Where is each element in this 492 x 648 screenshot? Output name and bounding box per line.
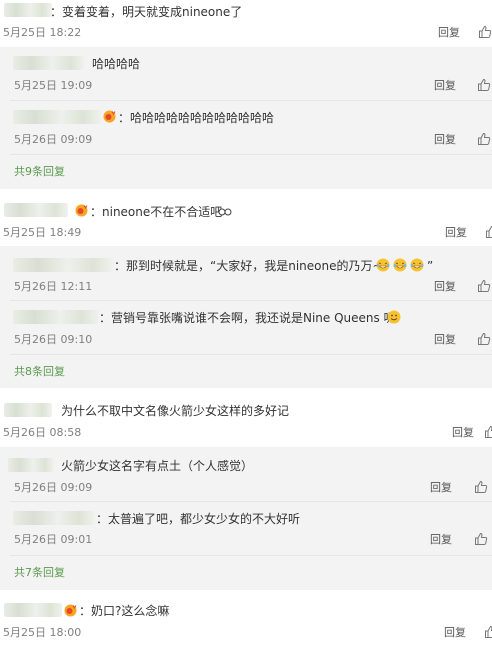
username-blurred[interactable]: [13, 511, 95, 525]
reply-text-suffix: ”: [427, 259, 434, 273]
thumbs-up-icon[interactable]: [478, 25, 492, 39]
reply-text: ：太普遍了吧，都少女少女的不大好听: [96, 512, 301, 526]
thumbs-up-icon[interactable]: [477, 132, 491, 146]
thumbs-up-icon[interactable]: [477, 279, 491, 293]
reply-text: 哈哈哈哈: [92, 57, 141, 71]
thumbs-up-icon[interactable]: [477, 332, 491, 346]
username-blurred[interactable]: [8, 458, 54, 472]
divider: [10, 555, 492, 556]
comment-text: ：变着变着，明天就变成nineone了: [50, 5, 243, 19]
username-blurred[interactable]: [4, 403, 52, 417]
reply-button[interactable]: 回复: [444, 626, 466, 640]
reply-text: 火箭少女这名字有点土（个人感觉）: [61, 459, 254, 473]
reply-button[interactable]: 回复: [434, 280, 456, 294]
reply-button[interactable]: 回复: [452, 426, 474, 440]
username-blurred[interactable]: [4, 203, 68, 217]
reply-text: ：那到时候就是，“大家好，我是nineone的乃万~: [114, 259, 383, 273]
comment-time: 5月25日 18:22: [3, 26, 82, 39]
reply-button[interactable]: 回复: [434, 133, 456, 147]
reply-button[interactable]: 回复: [445, 226, 467, 240]
username-blurred[interactable]: [13, 258, 113, 272]
verified-badge-icon: [75, 204, 88, 217]
thumbs-up-icon[interactable]: [474, 480, 488, 494]
reply-time: 5月26日 09:10: [14, 333, 93, 346]
divider: [10, 501, 492, 502]
thumbs-up-icon[interactable]: [484, 425, 492, 439]
thumbs-up-icon[interactable]: [485, 225, 492, 239]
comment-time: 5月26日 08:58: [3, 426, 82, 439]
verified-badge-icon: [103, 110, 116, 123]
laughing-tears-emoji: [376, 258, 390, 272]
thumbs-up-icon[interactable]: [477, 78, 491, 92]
reply-text: ：哈哈哈哈哈哈哈哈哈哈哈哈: [118, 111, 275, 125]
comment-time: 5月25日 18:00: [3, 626, 82, 639]
username-blurred[interactable]: [13, 310, 99, 324]
thumbs-up-icon[interactable]: [474, 532, 488, 546]
smile-emoji: [387, 310, 401, 324]
divider: [10, 300, 492, 301]
reply-text: ：营销号靠张嘴说谁不会啊，我还说是Nine Queens 呢: [99, 311, 396, 325]
laughing-tears-emoji: [393, 258, 407, 272]
reply-time: 5月26日 12:11: [14, 280, 93, 293]
comment-time: 5月25日 18:49: [3, 226, 82, 239]
more-replies-link[interactable]: 共7条回复: [14, 566, 65, 580]
reply-time: 5月26日 09:09: [14, 481, 93, 494]
more-replies-link[interactable]: 共9条回复: [14, 165, 65, 179]
username-blurred[interactable]: [4, 3, 52, 17]
reply-time: 5月25日 19:09: [14, 79, 93, 92]
divider: [10, 154, 492, 155]
comment-text: 为什么不取中文名像火箭少女这样的多好记: [61, 404, 290, 418]
reply-time: 5月26日 09:09: [14, 133, 93, 146]
divider: [10, 354, 492, 355]
sub-replies-panel: 哈哈哈哈 5月25日 19:09 回复 ：哈哈哈哈哈哈哈哈哈哈哈哈 5月26日 …: [0, 47, 492, 189]
reply-time: 5月26日 09:01: [14, 533, 93, 546]
reply-button[interactable]: 回复: [438, 26, 460, 40]
divider: [10, 100, 492, 101]
more-replies-link[interactable]: 共8条回复: [14, 365, 65, 379]
username-blurred[interactable]: [13, 56, 85, 70]
username-blurred[interactable]: [4, 603, 62, 617]
thumbs-up-icon[interactable]: [484, 625, 492, 639]
comment-text: ：nineone不在不合适吧: [90, 205, 223, 219]
username-blurred[interactable]: [13, 110, 101, 124]
verified-badge-icon: [64, 604, 77, 617]
reply-button[interactable]: 回复: [430, 481, 452, 495]
reply-button[interactable]: 回复: [434, 79, 456, 93]
glasses-emoji: [218, 208, 232, 216]
reply-button[interactable]: 回复: [430, 533, 452, 547]
sub-replies-panel: ：那到时候就是，“大家好，我是nineone的乃万~ ” 5月26日 12:11…: [0, 246, 492, 388]
laughing-tears-emoji: [410, 258, 424, 272]
comment-text: ：奶口?这么念嘛: [79, 604, 170, 618]
reply-button[interactable]: 回复: [434, 333, 456, 347]
sub-replies-panel: 火箭少女这名字有点土（个人感觉） 5月26日 09:09 回复 ：太普遍了吧，都…: [0, 447, 492, 590]
